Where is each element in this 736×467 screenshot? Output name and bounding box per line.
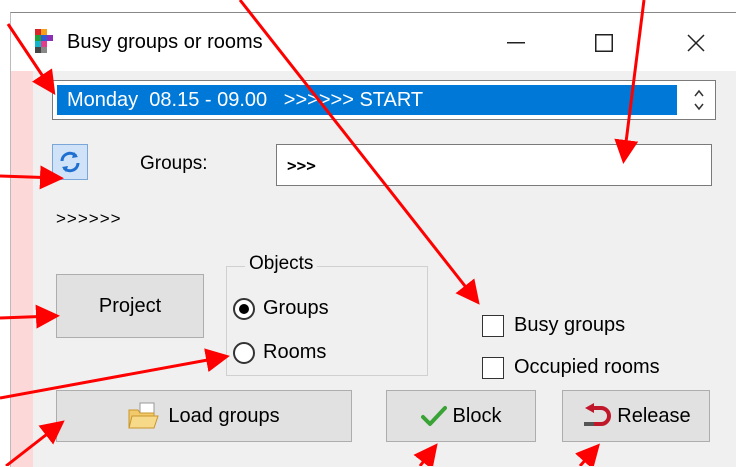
busy-groups-checkbox-row[interactable]: Busy groups [482,314,625,337]
occupied-rooms-checkbox-row[interactable]: Occupied rooms [482,356,660,379]
minimize-icon [507,42,525,44]
radio-rooms-label: Rooms [263,341,327,363]
release-label: Release [617,404,691,427]
groups-label: Groups: [140,153,208,174]
checkmark-icon [420,406,447,426]
radio-rooms-circle[interactable] [233,341,255,364]
time-slot-select[interactable]: Monday 08.15 - 09.00 >>>>>> START [52,80,716,120]
chevron-down-icon[interactable] [694,103,704,111]
load-groups-label: Load groups [168,404,280,427]
folder-icon [128,402,160,429]
occupied-rooms-label: Occupied rooms [514,356,660,378]
close-button[interactable] [673,23,719,63]
time-slot-spinner[interactable] [689,83,709,117]
groups-input[interactable] [276,144,712,186]
chevron-up-icon[interactable] [694,89,704,97]
refresh-button[interactable] [52,144,88,180]
undo-arrow-icon [584,403,612,426]
busy-groups-checkbox[interactable] [482,314,504,337]
status-text: >>>>>> [56,209,122,228]
maximize-icon [595,34,613,52]
radio-groups[interactable]: Groups [233,297,329,320]
close-icon [687,34,705,52]
folder-icon-wrap [128,402,162,430]
checkmark-icon-wrap [420,405,447,427]
refresh-icon [60,151,80,173]
window-title: Busy groups or rooms [67,31,263,53]
time-slot-selected-value: Monday 08.15 - 09.00 >>>>>> START [57,85,677,115]
release-button[interactable]: Release [562,390,710,442]
maximize-button[interactable] [581,23,627,63]
title-bar: Busy groups or rooms [11,13,736,71]
objects-groupbox: Objects Groups Rooms [226,253,428,376]
busy-groups-label: Busy groups [514,314,626,336]
left-accent-strip [11,71,33,467]
radio-rooms[interactable]: Rooms [233,341,326,364]
minimize-button[interactable] [493,23,539,63]
app-icon [35,29,53,53]
occupied-rooms-checkbox[interactable] [482,356,504,379]
block-button[interactable]: Block [386,390,536,442]
undo-arrow-icon-wrap [581,403,612,429]
radio-groups-label: Groups [263,297,329,319]
project-button[interactable]: Project [56,274,204,338]
radio-groups-circle[interactable] [233,297,255,320]
block-label: Block [452,404,502,427]
radio-selected-dot [239,303,249,314]
objects-legend: Objects [245,253,318,275]
project-button-label: Project [98,294,162,317]
load-groups-button[interactable]: Load groups [56,390,352,442]
